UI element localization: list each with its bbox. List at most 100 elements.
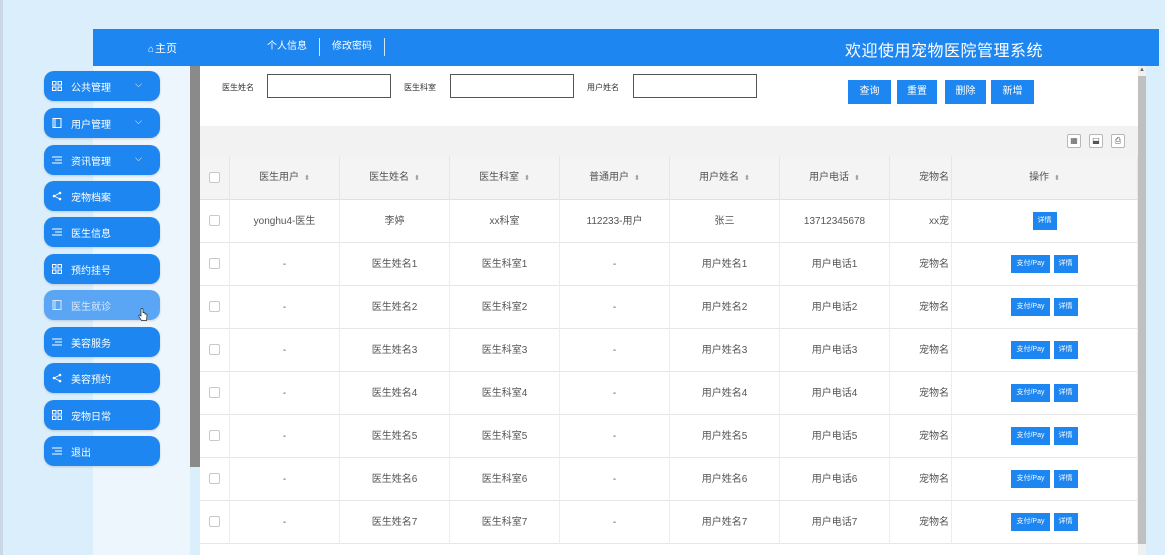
cell-pet-name: 宠物名 xyxy=(890,243,952,286)
detail-button[interactable]: 详情 xyxy=(1053,470,1078,489)
header-select-all xyxy=(200,156,230,200)
export-icon[interactable]: ⬓ xyxy=(1089,134,1103,148)
header-department[interactable]: 医生科室 ⬍ xyxy=(450,156,560,200)
detail-button[interactable]: 详情 xyxy=(1053,255,1078,274)
header-label: 普通用户 xyxy=(589,172,630,183)
header-doctor-user[interactable]: 医生用户 ⬍ xyxy=(230,156,340,200)
delete-button[interactable]: 删除 xyxy=(945,80,986,104)
reset-button[interactable]: 重置 xyxy=(897,80,937,104)
row-checkbox[interactable] xyxy=(209,301,220,312)
row-select xyxy=(200,243,230,286)
sidebar-scrollbar[interactable] xyxy=(190,66,200,467)
query-button[interactable]: 查询 xyxy=(848,80,891,104)
row-select xyxy=(200,372,230,415)
pay-button[interactable]: 支付/Pay xyxy=(1011,341,1050,360)
add-button[interactable]: 新增 xyxy=(991,80,1034,104)
cell-department: 医生科室2 xyxy=(450,286,560,329)
sidebar-item-public[interactable]: 公共管理 ⌵ xyxy=(44,71,160,101)
table-toolbar: ▦ ⬓ ⎙ xyxy=(200,126,1146,156)
cell-doctor-user: - xyxy=(230,458,340,501)
cell-normal-user: - xyxy=(560,458,670,501)
grid-icon xyxy=(52,264,62,274)
page-scrollbar[interactable]: ▲ xyxy=(1138,66,1146,555)
sort-icon: ⬍ xyxy=(524,175,530,182)
cell-department: 医生科室6 xyxy=(450,458,560,501)
row-select xyxy=(200,329,230,372)
columns-icon[interactable]: ▦ xyxy=(1067,134,1081,148)
row-checkbox[interactable] xyxy=(209,344,220,355)
cell-user-phone: 用户电话7 xyxy=(780,501,890,544)
detail-button[interactable]: 详情 xyxy=(1053,513,1078,532)
pay-button[interactable]: 支付/Pay xyxy=(1011,298,1050,317)
header-doctor-name[interactable]: 医生姓名 ⬍ xyxy=(340,156,450,200)
scroll-up-icon[interactable]: ▲ xyxy=(1138,66,1146,74)
row-select xyxy=(200,286,230,329)
nav-change-password[interactable]: 修改密码 xyxy=(320,38,385,56)
sort-icon: ⬍ xyxy=(304,175,310,182)
cell-user-name: 用户姓名5 xyxy=(670,415,780,458)
sidebar-item-grooming-service[interactable]: 美容服务 xyxy=(44,327,160,357)
detail-button[interactable]: 详情 xyxy=(1053,298,1078,317)
sidebar-item-grooming-booking[interactable]: 美容预约 xyxy=(44,363,160,393)
header-pet-name[interactable]: 宠物名 xyxy=(890,156,952,200)
user-name-input[interactable] xyxy=(633,74,757,98)
row-select xyxy=(200,501,230,544)
row-checkbox[interactable] xyxy=(209,473,220,484)
header-normal-user[interactable]: 普通用户 ⬍ xyxy=(560,156,670,200)
chevron-down-icon: ⌵ xyxy=(135,116,142,126)
nav-profile[interactable]: 个人信息 xyxy=(255,38,320,56)
detail-button[interactable]: 详情 xyxy=(1053,341,1078,360)
select-all-checkbox[interactable] xyxy=(209,172,220,183)
table-row: - 医生姓名5 医生科室5 - 用户姓名5 用户电话5 宠物名 支付/Pay 详情 xyxy=(200,415,1138,458)
sidebar-item-appointment[interactable]: 预约挂号 xyxy=(44,254,160,284)
cell-user-phone: 用户电话3 xyxy=(780,329,890,372)
detail-button[interactable]: 详情 xyxy=(1032,212,1057,231)
home-icon: ⌂ xyxy=(148,44,155,55)
cell-user-name: 用户姓名4 xyxy=(670,372,780,415)
table-row: - 医生姓名7 医生科室7 - 用户姓名7 用户电话7 宠物名 支付/Pay 详情 xyxy=(200,501,1138,544)
sidebar-item-label: 用户管理 xyxy=(71,119,111,131)
sidebar-item-logout[interactable]: 退出 xyxy=(44,436,160,466)
scrollbar-thumb[interactable] xyxy=(1138,76,1146,544)
sidebar-item-news[interactable]: 资讯管理 ⌵ xyxy=(44,145,160,175)
detail-button[interactable]: 详情 xyxy=(1053,384,1078,403)
list-icon xyxy=(52,155,62,165)
print-icon[interactable]: ⎙ xyxy=(1111,134,1125,148)
row-select xyxy=(200,458,230,501)
department-input[interactable] xyxy=(450,74,574,98)
cell-user-phone: 用户电话6 xyxy=(780,458,890,501)
sidebar-item-users[interactable]: 用户管理 ⌵ xyxy=(44,108,160,138)
pay-button[interactable]: 支付/Pay xyxy=(1011,513,1050,532)
sidebar-item-pet-records[interactable]: 宠物档案 xyxy=(44,181,160,211)
sidebar-item-pet-daily[interactable]: 宠物日常 xyxy=(44,400,160,430)
pay-button[interactable]: 支付/Pay xyxy=(1011,384,1050,403)
main-content: 医生姓名 医生科室 用户姓名 查询 重置 删除 新增 ▦ ⬓ ⎙ 医生用户 ⬍ 医… xyxy=(200,66,1146,555)
header-user-name[interactable]: 用户姓名 ⬍ xyxy=(670,156,780,200)
cell-normal-user: - xyxy=(560,329,670,372)
sidebar-item-doctor-info[interactable]: 医生信息 xyxy=(44,217,160,247)
cell-department: 医生科室4 xyxy=(450,372,560,415)
cell-doctor-name: 医生姓名4 xyxy=(340,372,450,415)
table-row: yonghu4-医生 李婷 xx科室 112233-用户 张三 13712345… xyxy=(200,200,1138,243)
chevron-down-icon: ⌵ xyxy=(135,153,142,163)
doctor-name-input[interactable] xyxy=(267,74,391,98)
header-label: 医生用户 xyxy=(259,172,300,183)
header-label: 用户姓名 xyxy=(699,172,740,183)
row-checkbox[interactable] xyxy=(209,516,220,527)
header-user-phone[interactable]: 用户电话 ⬍ xyxy=(780,156,890,200)
window-edge xyxy=(0,0,3,555)
row-checkbox[interactable] xyxy=(209,387,220,398)
cell-actions: 支付/Pay 详情 xyxy=(952,243,1138,286)
detail-button[interactable]: 详情 xyxy=(1053,427,1078,446)
sidebar-item-label: 退出 xyxy=(71,447,91,459)
row-checkbox[interactable] xyxy=(209,215,220,226)
pay-button[interactable]: 支付/Pay xyxy=(1011,470,1050,489)
table-header: 医生用户 ⬍ 医生姓名 ⬍ 医生科室 ⬍ 普通用户 ⬍ 用户姓名 ⬍ 用户电话 ⬍ 宠物名 … xyxy=(200,156,1138,200)
row-checkbox[interactable] xyxy=(209,258,220,269)
row-checkbox[interactable] xyxy=(209,430,220,441)
pay-button[interactable]: 支付/Pay xyxy=(1011,255,1050,274)
pay-button[interactable]: 支付/Pay xyxy=(1011,427,1050,446)
sort-icon: ⬍ xyxy=(854,175,860,182)
home-link[interactable]: ⌂主页 xyxy=(148,40,177,56)
cell-user-name: 用户姓名2 xyxy=(670,286,780,329)
